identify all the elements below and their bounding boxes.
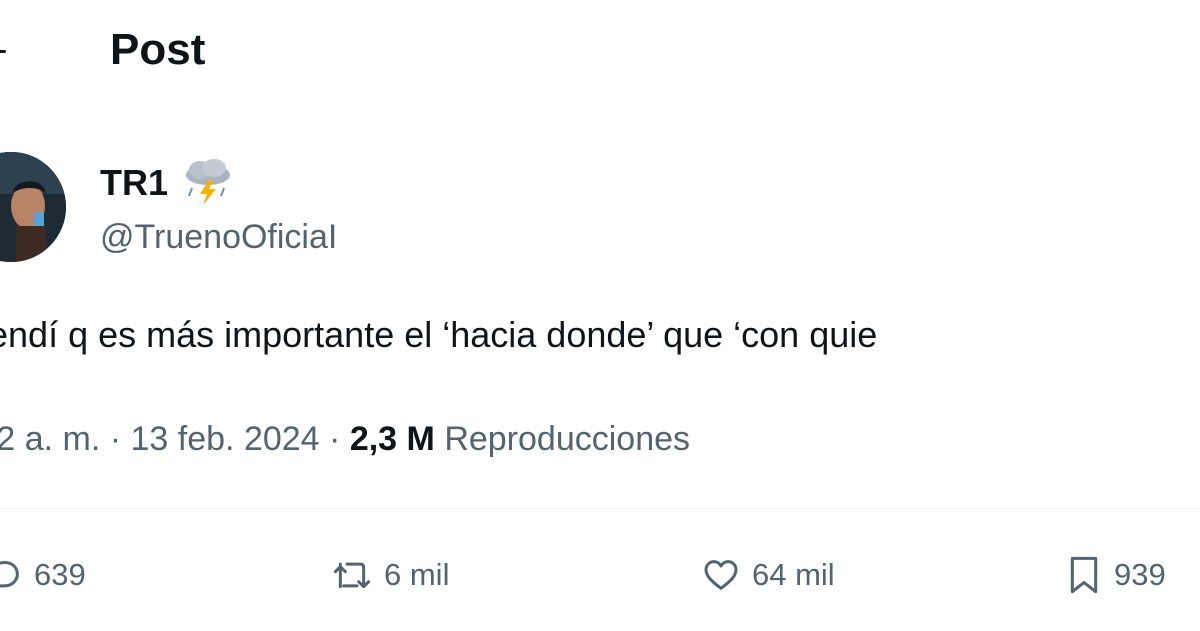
repost-count: 6 mil — [384, 557, 450, 592]
like-button[interactable]: 64 mil — [700, 552, 835, 598]
back-arrow-icon[interactable] — [0, 50, 6, 53]
reply-button[interactable]: 639 — [0, 552, 86, 598]
reply-icon — [0, 561, 19, 588]
repost-button[interactable]: 6 mil — [330, 552, 449, 598]
bookmark-count: 939 — [1114, 557, 1166, 592]
bookmark-button[interactable]: 939 — [1064, 552, 1166, 598]
repost-icon — [333, 562, 371, 589]
meta-separator: · — [109, 420, 122, 458]
heart-icon — [704, 560, 738, 590]
like-count: 64 mil — [752, 557, 835, 592]
avatar[interactable] — [0, 152, 66, 262]
views-label: Reproducciones — [444, 420, 691, 458]
post-time[interactable]: :32 a. m. — [0, 420, 100, 458]
views-count: 2,3 M — [349, 420, 435, 458]
author-handle[interactable]: @TruenoOficiaI — [100, 216, 337, 258]
meta-separator: · — [329, 420, 341, 458]
bookmark-icon — [1070, 556, 1098, 594]
post-date[interactable]: 13 feb. 2024 — [131, 420, 320, 458]
reply-count: 639 — [34, 557, 86, 592]
post-text: prendí q es más importante el ‘hacia don… — [0, 314, 878, 355]
divider — [0, 508, 1200, 509]
author-display-name[interactable]: TR1 — [100, 162, 168, 204]
post-metadata: :32 a. m. · 13 feb. 2024 · 2,3 M Reprodu… — [0, 418, 690, 460]
thunderstorm-cloud-icon — [180, 158, 236, 208]
page-title: Post — [110, 25, 206, 74]
avatar-photo-icon — [0, 152, 66, 262]
